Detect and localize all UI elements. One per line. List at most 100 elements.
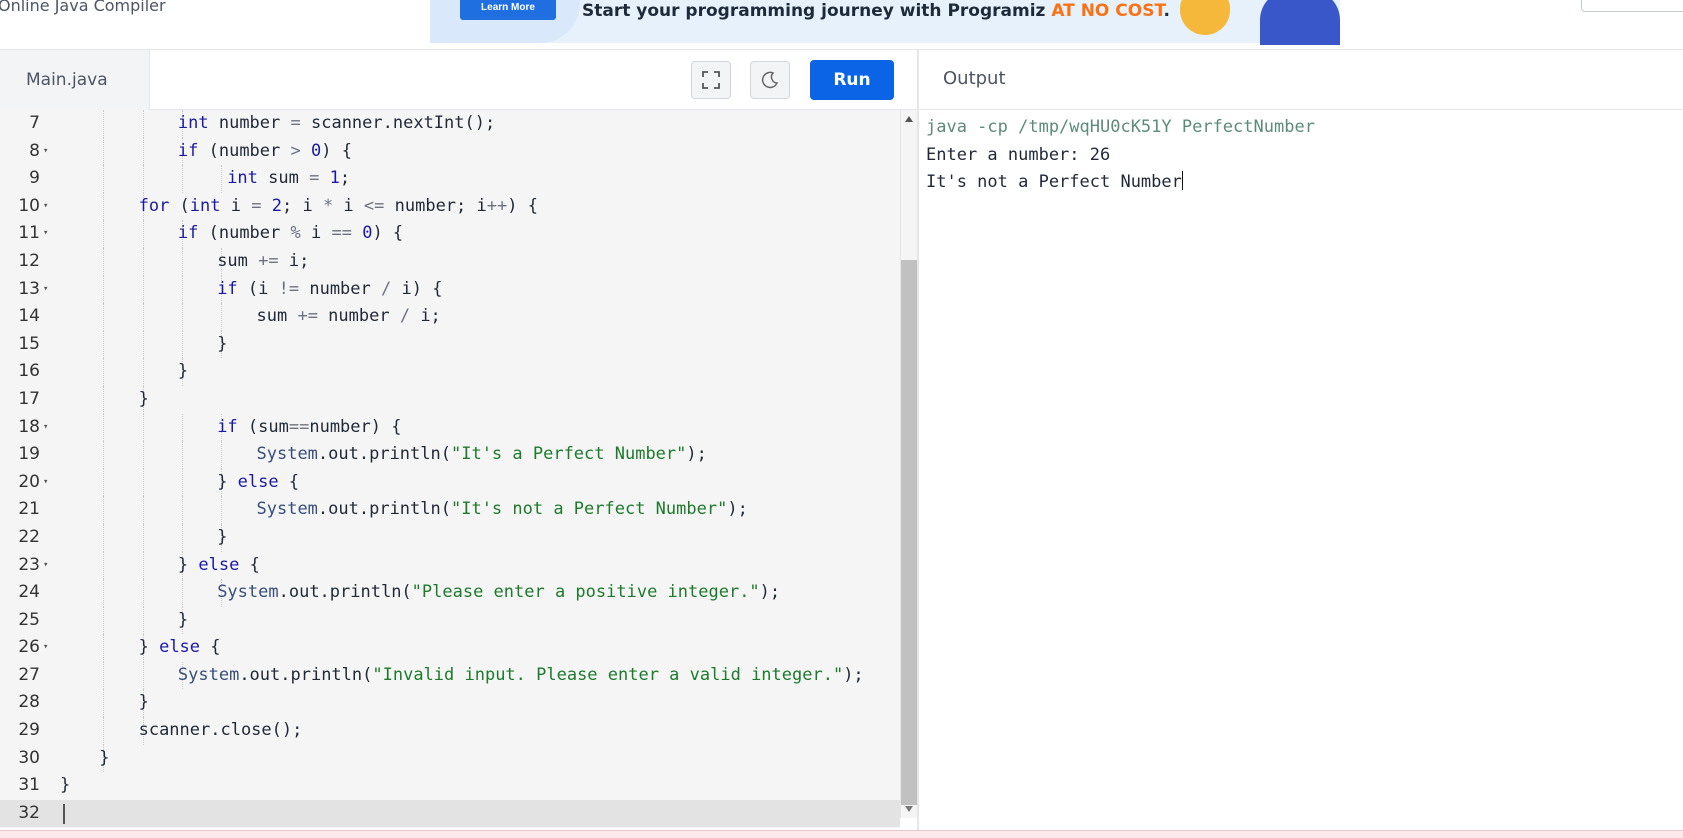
code-line[interactable]: 14 sum += number / i; [0, 303, 900, 331]
fold-arrow-icon[interactable]: ▾ [43, 193, 53, 221]
scroll-down-arrow-icon[interactable] [905, 806, 913, 812]
scrollbar-thumb[interactable] [901, 260, 917, 805]
line-number: 27 [18, 664, 40, 685]
code-text: int sum = 1; [227, 168, 351, 189]
scroll-up-arrow-icon[interactable] [905, 116, 913, 122]
code-line[interactable]: 16} [0, 358, 900, 386]
output-line: It's not a Perfect Number [926, 169, 1683, 197]
fold-arrow-icon[interactable]: ▾ [43, 220, 53, 248]
theme-toggle-button[interactable] [750, 61, 790, 99]
code-text: } [60, 775, 71, 796]
output-line: java -cp /tmp/wqHU0cK51Y PerfectNumber [926, 114, 1683, 142]
code-line[interactable]: 23 ▾} else { [0, 551, 900, 580]
person-illustration [1260, 0, 1340, 45]
code-line[interactable]: 26 ▾} else { [0, 634, 900, 662]
code-text: if (number > 0) { [177, 140, 352, 161]
run-button[interactable]: Run [810, 60, 894, 100]
ad-text-main: Start your programming journey with Prog… [582, 1, 1052, 21]
indent-guide [103, 220, 105, 248]
line-number: 24 [18, 582, 40, 603]
line-number: 11 [18, 223, 40, 244]
code-line[interactable]: 21 System.out.println("It's not a Perfect… [0, 496, 900, 524]
line-number: 30 [18, 747, 40, 768]
indent-guide [181, 523, 183, 552]
code-text: } else { [177, 554, 260, 575]
indent-guide [103, 413, 105, 442]
code-line[interactable]: 18 ▾ if (sum==number) { [0, 413, 900, 442]
fold-arrow-icon[interactable]: ▾ [43, 138, 53, 166]
line-number: 7 [29, 113, 40, 133]
code-line[interactable]: 29 scanner.close(); [0, 717, 900, 745]
fold-arrow-icon[interactable]: ▾ [43, 276, 53, 304]
code-line[interactable]: 7 int number = scanner.nextInt(); [0, 110, 900, 138]
code-lines[interactable]: 7 int number = scanner.nextInt(); 8 ▾ if (nu… [0, 110, 900, 828]
ad-learn-more-button[interactable]: Learn More [460, 0, 556, 20]
indent-guide [181, 165, 183, 193]
indent-guide [142, 110, 144, 138]
output-console[interactable]: java -cp /tmp/wqHU0cK51Y PerfectNumber En… [919, 110, 1683, 828]
fold-arrow-icon[interactable]: ▾ [43, 414, 53, 442]
line-number: 26 [18, 637, 40, 658]
code-line[interactable]: 15} [0, 330, 900, 359]
indent-guide [103, 192, 105, 221]
indent-guide [142, 358, 144, 386]
line-number: 19 [18, 444, 40, 465]
indent-guide [181, 413, 183, 442]
code-line[interactable]: 8 ▾ if (number > 0) { [0, 137, 900, 166]
code-line[interactable]: 32 [0, 799, 900, 828]
code-line[interactable]: 10 ▾ for (int i = 2; i * i <= number; i++)… [0, 192, 900, 221]
indent-guide [103, 551, 105, 580]
line-number: 32 [18, 802, 40, 823]
code-line[interactable]: 31} [0, 772, 900, 800]
indent-guide [103, 496, 105, 524]
indent-guide [142, 275, 144, 304]
code-line[interactable]: 12 sum += i; [0, 247, 900, 276]
fold-arrow-icon[interactable]: ▾ [43, 469, 53, 497]
code-line[interactable]: 13 ▾ if (i != number / i) { [0, 275, 900, 304]
file-tab-main-java[interactable]: Main.java [0, 50, 150, 110]
line-number: 16 [18, 361, 40, 382]
code-line[interactable]: 22} [0, 523, 900, 552]
fullscreen-button[interactable] [691, 61, 731, 99]
indent-guide [103, 661, 105, 690]
output-line-text: It's not a Perfect Number [926, 172, 1182, 193]
fold-arrow-icon[interactable]: ▾ [43, 634, 53, 662]
indent-guide [142, 606, 144, 635]
code-line[interactable]: 19 System.out.println("It's a Perfect Num… [0, 441, 900, 469]
code-text: sum += number / i; [256, 306, 441, 327]
indent-guide [103, 523, 105, 552]
code-text: if (i != number / i) { [217, 278, 443, 299]
code-line[interactable]: 17} [0, 385, 900, 414]
fold-arrow-icon[interactable]: ▾ [43, 552, 53, 580]
indent-guide [142, 220, 144, 248]
code-line[interactable]: 9 int sum = 1; [0, 165, 900, 193]
moon-icon [761, 71, 779, 89]
indent-guide [103, 247, 105, 276]
code-text: } [217, 526, 228, 547]
editor-toolbar: Main.java Run [0, 50, 919, 110]
line-number: 9 [29, 168, 40, 189]
indent-guide [181, 496, 183, 524]
line-number: 12 [18, 250, 40, 271]
code-line[interactable]: 30} [0, 744, 900, 773]
code-editor[interactable]: 7 int number = scanner.nextInt(); 8 ▾ if (nu… [0, 110, 900, 828]
line-number: 29 [18, 720, 40, 741]
indent-guide [221, 441, 223, 469]
code-text: if (sum==number) { [217, 416, 402, 437]
code-text: } [177, 361, 189, 382]
code-line[interactable]: 24 System.out.println("Please enter a pos… [0, 579, 900, 607]
code-line[interactable]: 20 ▾} else { [0, 468, 900, 497]
indent-guide [221, 303, 223, 331]
indent-guide [103, 137, 105, 166]
top-right-button[interactable] [1581, 0, 1683, 12]
code-line[interactable]: 28} [0, 689, 900, 718]
indent-guide [103, 385, 105, 414]
code-line[interactable]: 27 System.out.println("Invalid input. Ple… [0, 661, 900, 690]
output-line: Enter a number: 26 [926, 142, 1683, 170]
code-line[interactable]: 11 ▾ if (number % i == 0) { [0, 220, 900, 248]
editor-scrollbar[interactable] [900, 110, 917, 818]
bottom-strip [0, 830, 1683, 838]
indent-guide [142, 579, 144, 607]
indent-guide [142, 165, 144, 193]
code-line[interactable]: 25} [0, 606, 900, 635]
